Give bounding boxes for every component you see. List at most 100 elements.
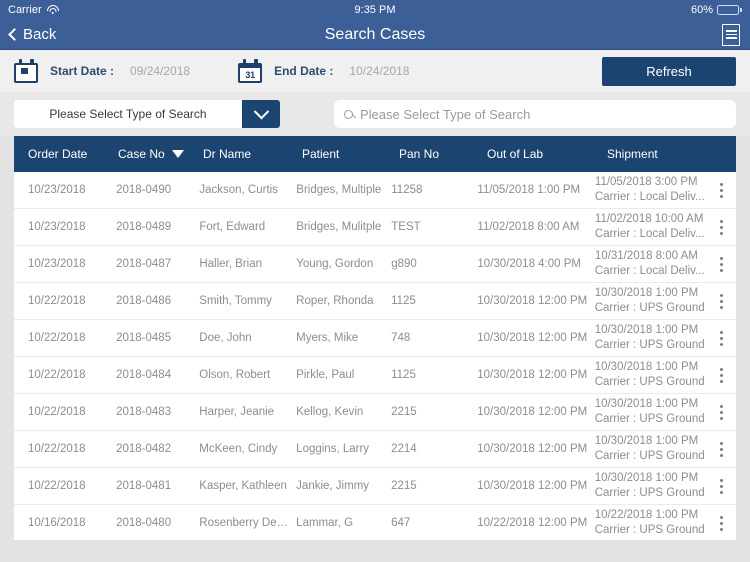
cell-out-of-lab: 10/30/2018 4:00 PM	[477, 258, 581, 270]
cell-patient: Roper, Rhonda	[296, 295, 374, 307]
cell-pan-no: 647	[391, 517, 411, 529]
cell-patient: Bridges, Mulitple	[296, 221, 382, 233]
cell-case-no: 2018-0480	[116, 517, 172, 529]
kebab-menu-icon[interactable]	[716, 216, 727, 239]
chevron-down-icon	[253, 103, 269, 119]
cell-dr-name: McKeen, Cindy	[199, 443, 296, 455]
table-row[interactable]: 10/22/2018 2018-0484 Olson, Robert Pirkle, …	[14, 357, 736, 394]
end-date-group[interactable]: 31 End Date : 10/24/2018	[238, 59, 409, 83]
cases-table: Order Date Case No Dr Name Patient Pan N…	[14, 136, 736, 540]
carrier-label: Carrier	[8, 4, 42, 16]
cell-case-no: 2018-0485	[116, 332, 172, 344]
calendar-31-icon[interactable]: 31	[238, 59, 263, 83]
table-row[interactable]: 10/22/2018 2018-0483 Harper, Jeanie Kellog,…	[14, 394, 736, 431]
cell-patient: Young, Gordon	[296, 258, 374, 270]
cell-shipment-datetime: 10/31/2018 8:00 AM	[594, 250, 698, 263]
cell-shipment: 11/05/2018 3:00 PM Carrier : Local Deliv.…	[595, 175, 707, 204]
cell-out-of-lab: 11/02/2018 8:00 AM	[477, 221, 580, 233]
cell-shipment: 10/30/2018 1:00 PM Carrier : UPS Ground	[595, 471, 707, 500]
status-bar: Carrier 9:35 PM 60%	[0, 0, 750, 20]
search-input[interactable]: Please Select Type of Search	[334, 100, 736, 128]
cell-dr-name-text: Rosenberry Dent...	[199, 517, 292, 529]
navigation-bar: Back Search Cases	[0, 20, 750, 50]
cell-actions[interactable]	[707, 327, 736, 350]
search-icon	[344, 109, 353, 119]
refresh-button[interactable]: Refresh	[602, 56, 736, 86]
table-row[interactable]: 10/22/2018 2018-0482 McKeen, Cindy Loggins,…	[14, 431, 736, 468]
table-row[interactable]: 10/22/2018 2018-0481 Kasper, Kathleen Janki…	[14, 468, 736, 505]
cell-dr-name-text: Jackson, Curtis	[199, 184, 278, 196]
table-row[interactable]: 10/23/2018 2018-0487 Haller, Brian Young, G…	[14, 246, 736, 283]
cell-shipment: 10/22/2018 1:00 PM Carrier : UPS Ground	[595, 508, 707, 537]
cell-out-of-lab: 10/30/2018 12:00 PM	[477, 480, 588, 492]
kebab-menu-icon[interactable]	[716, 475, 727, 498]
cell-out-of-lab: 11/05/2018 1:00 PM	[477, 184, 581, 196]
column-header-case-no[interactable]: Case No	[118, 147, 203, 161]
column-header-out-of-lab[interactable]: Out of Lab	[487, 147, 607, 161]
status-bar-left: Carrier	[8, 4, 59, 16]
cell-shipment-carrier: Carrier : UPS Ground	[594, 376, 705, 388]
cell-shipment: 11/02/2018 10:00 AM Carrier : Local Deliv…	[595, 212, 707, 241]
kebab-menu-icon[interactable]	[716, 253, 727, 276]
search-input-placeholder: Please Select Type of Search	[360, 106, 531, 122]
start-date-group[interactable]: Start Date : 09/24/2018	[14, 59, 190, 83]
kebab-menu-icon[interactable]	[716, 401, 727, 424]
column-header-shipment[interactable]: Shipment	[607, 147, 706, 161]
column-header-dr-name[interactable]: Dr Name	[203, 147, 302, 161]
end-date-value[interactable]: 10/24/2018	[349, 64, 409, 78]
cell-shipment-carrier: Carrier : Local Deliv...	[594, 265, 705, 277]
cell-shipment-datetime: 11/02/2018 10:00 AM	[594, 213, 704, 226]
table-row[interactable]: 10/23/2018 2018-0490 Jackson, Curtis Bridge…	[14, 172, 736, 209]
cell-shipment-datetime: 10/30/2018 1:00 PM	[594, 472, 699, 485]
cell-patient: Jankie, Jimmy	[296, 480, 370, 492]
wifi-icon	[46, 5, 59, 15]
cell-case-no: 2018-0482	[116, 443, 172, 455]
cell-actions[interactable]	[707, 438, 736, 461]
cell-actions[interactable]	[707, 216, 736, 239]
kebab-menu-icon[interactable]	[716, 290, 727, 313]
cell-dr-name: Jackson, Curtis	[199, 184, 296, 196]
status-bar-time: 9:35 PM	[354, 4, 396, 16]
column-header-pan-no[interactable]: Pan No	[399, 147, 487, 161]
cell-patient: Myers, Mike	[296, 332, 359, 344]
table-row[interactable]: 10/23/2018 2018-0489 Fort, Edward Bridges, …	[14, 209, 736, 246]
cell-shipment-datetime: 11/05/2018 3:00 PM	[594, 176, 698, 189]
list-icon[interactable]	[722, 23, 740, 46]
cell-out-of-lab: 10/30/2018 12:00 PM	[477, 369, 588, 381]
cell-actions[interactable]	[707, 475, 736, 498]
cell-actions[interactable]	[707, 253, 736, 276]
kebab-menu-icon[interactable]	[716, 179, 727, 202]
table-header-row: Order Date Case No Dr Name Patient Pan N…	[14, 136, 736, 172]
table-row[interactable]: 10/22/2018 2018-0486 Smith, Tommy Roper, Rh…	[14, 283, 736, 320]
cell-case-no: 2018-0490	[116, 184, 172, 196]
cell-case-no: 2018-0489	[116, 221, 172, 233]
cell-pan-no: g890	[391, 258, 417, 270]
cell-actions[interactable]	[707, 512, 736, 535]
search-type-select[interactable]: Please Select Type of Search	[14, 100, 280, 128]
caret-down-icon	[171, 149, 184, 158]
cell-actions[interactable]	[707, 401, 736, 424]
calendar-icon[interactable]	[14, 59, 38, 83]
cell-order-date: 10/23/2018	[28, 184, 86, 196]
start-date-value[interactable]: 09/24/2018	[130, 64, 190, 78]
kebab-menu-icon[interactable]	[716, 364, 727, 387]
table-row[interactable]: 10/16/2018 2018-0480 Rosenberry Dent... Lam…	[14, 505, 736, 540]
back-button[interactable]: Back	[8, 26, 57, 43]
kebab-menu-icon[interactable]	[716, 512, 727, 535]
cell-actions[interactable]	[707, 179, 736, 202]
kebab-menu-icon[interactable]	[716, 438, 727, 461]
search-type-select-arrow[interactable]	[242, 100, 280, 128]
cell-shipment: 10/30/2018 1:00 PM Carrier : UPS Ground	[595, 397, 707, 426]
app-screen: Carrier 9:35 PM 60% Back Search Cases St…	[0, 0, 750, 562]
back-button-label: Back	[23, 26, 57, 43]
cell-order-date: 10/22/2018	[28, 443, 86, 455]
column-header-patient[interactable]: Patient	[302, 147, 399, 161]
cell-actions[interactable]	[707, 364, 736, 387]
table-row[interactable]: 10/22/2018 2018-0485 Doe, John Myers, Mike 7…	[14, 320, 736, 357]
cell-case-no: 2018-0487	[116, 258, 172, 270]
cell-actions[interactable]	[707, 290, 736, 313]
column-header-order-date[interactable]: Order Date	[14, 147, 118, 161]
cell-patient: Loggins, Larry	[296, 443, 370, 455]
cell-shipment-carrier: Carrier : Local Deliv...	[594, 191, 705, 203]
kebab-menu-icon[interactable]	[716, 327, 727, 350]
